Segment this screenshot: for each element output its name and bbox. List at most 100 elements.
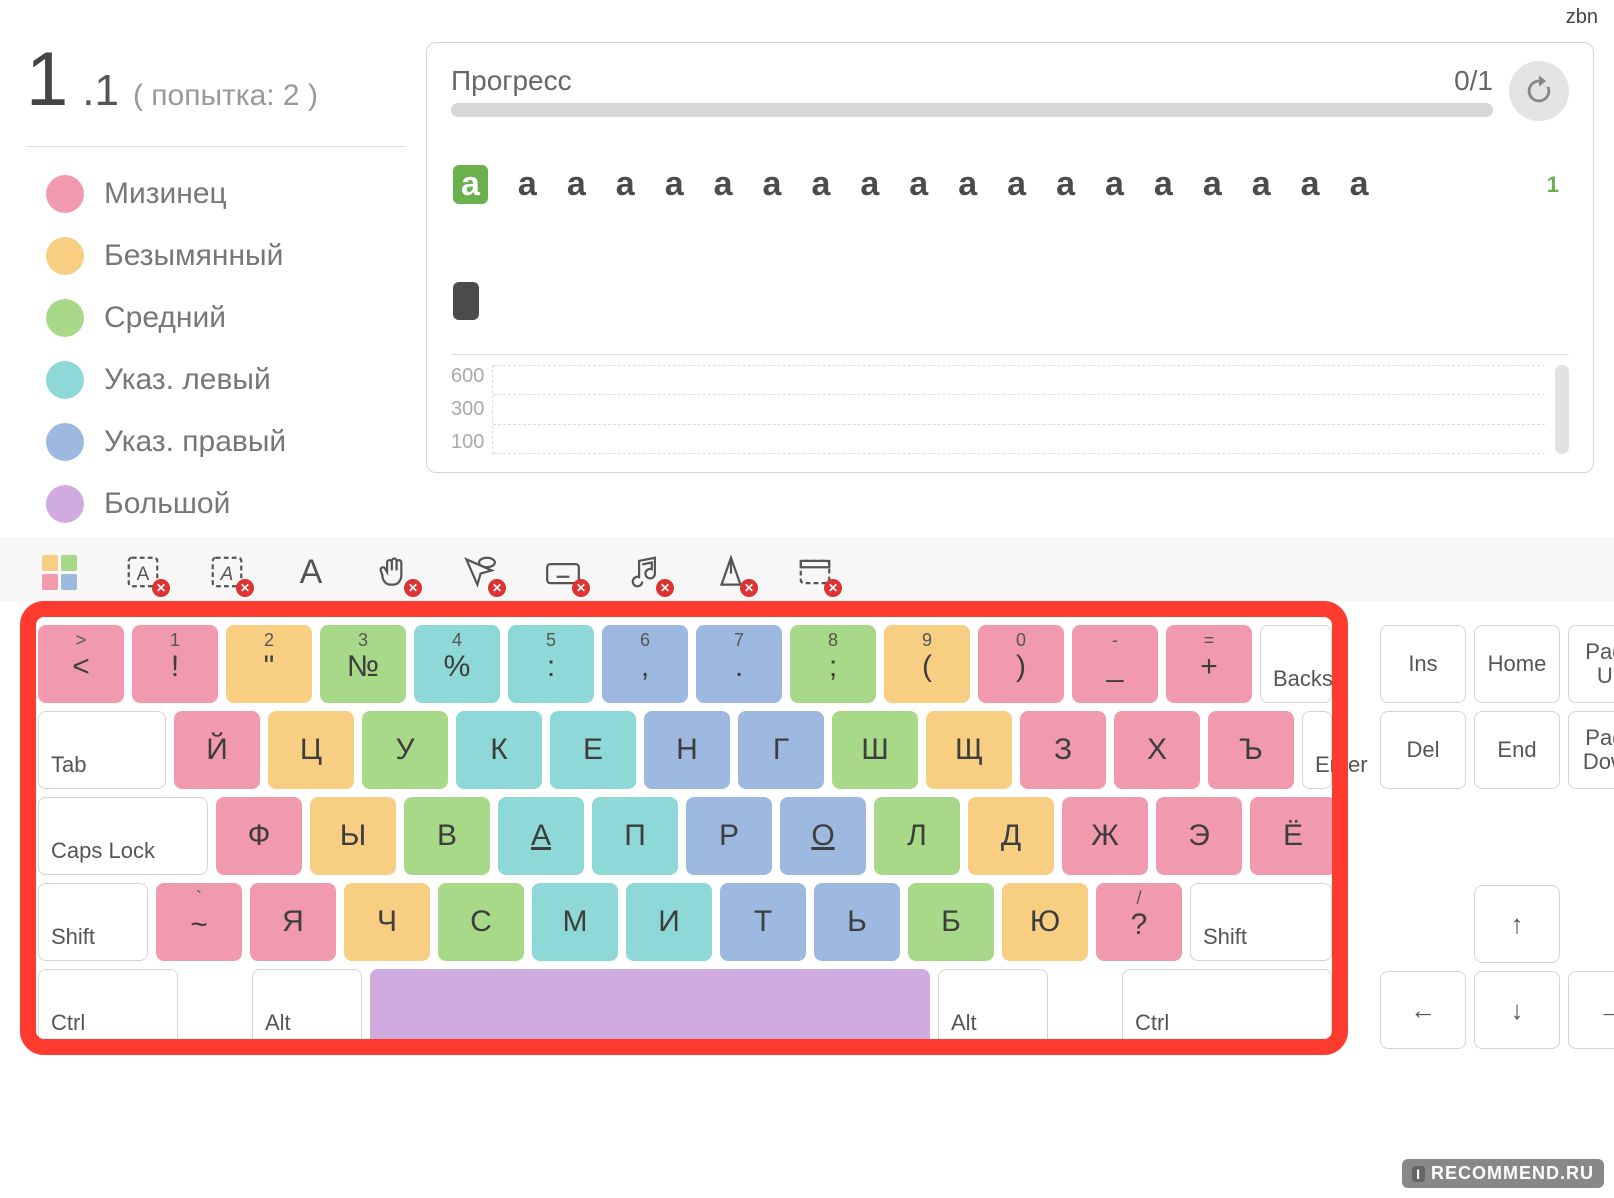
key-alt[interactable]: Alt [938, 969, 1048, 1047]
key[interactable]: Ч [344, 883, 430, 961]
key-arrow-left[interactable]: ← [1380, 971, 1466, 1049]
key-arrow-right[interactable]: → [1568, 971, 1614, 1049]
key[interactable]: =+ [1166, 625, 1252, 703]
key[interactable]: С [438, 883, 524, 961]
key-enter[interactable]: Enter [1302, 711, 1332, 789]
key[interactable]: 0) [978, 625, 1064, 703]
reload-button[interactable] [1509, 61, 1569, 121]
key[interactable]: Т [720, 883, 806, 961]
key-tab[interactable]: Tab [38, 711, 166, 789]
typing-char: а [714, 165, 733, 204]
finger-dot [46, 299, 84, 337]
key[interactable]: Л [874, 797, 960, 875]
key-backsp[interactable]: Backsp [1260, 625, 1332, 703]
finger-item: Мизинец [46, 175, 406, 213]
finger-legend: МизинецБезымянныйСреднийУказ. левыйУказ.… [26, 175, 406, 523]
key-del[interactable]: Del [1380, 711, 1466, 789]
key[interactable]: Н [644, 711, 730, 789]
key[interactable]: Щ [926, 711, 1012, 789]
disabled-badge-icon: ✕ [152, 579, 170, 597]
key-alt[interactable]: Alt [252, 969, 362, 1047]
key[interactable]: /? [1096, 883, 1182, 961]
key-ctrl[interactable]: Ctrl [1122, 969, 1332, 1047]
key[interactable]: >< [38, 625, 124, 703]
key[interactable]: Ж [1062, 797, 1148, 875]
key[interactable]: 8; [790, 625, 876, 703]
key[interactable]: 7. [696, 625, 782, 703]
key-shift[interactable]: Shift [38, 883, 148, 961]
finger-dot [46, 175, 84, 213]
key[interactable]: Ю [1002, 883, 1088, 961]
key[interactable]: М [532, 883, 618, 961]
key[interactable]: Ъ [1208, 711, 1294, 789]
key-home[interactable]: Home [1474, 625, 1560, 703]
typing-char: а [518, 165, 537, 204]
key[interactable]: Р [686, 797, 772, 875]
key[interactable]: 1! [132, 625, 218, 703]
key[interactable]: К [456, 711, 542, 789]
hand-icon[interactable]: ✕ [376, 553, 414, 591]
letter-a-icon[interactable]: A [292, 553, 330, 591]
speed-scrollbar[interactable] [1555, 365, 1569, 454]
key[interactable]: 6, [602, 625, 688, 703]
finger-item: Средний [46, 299, 406, 337]
key[interactable]: И [626, 883, 712, 961]
key[interactable]: Б [908, 883, 994, 961]
key-end[interactable]: End [1474, 711, 1560, 789]
key[interactable]: Й [174, 711, 260, 789]
music-note-icon[interactable]: ✕ [628, 553, 666, 591]
key-arrow-down[interactable]: ↓ [1474, 971, 1560, 1049]
typing-char: а [1007, 165, 1026, 204]
key[interactable]: 2" [226, 625, 312, 703]
letter-box-a-icon[interactable]: A✕ [124, 553, 162, 591]
key-shift[interactable]: Shift [1190, 883, 1332, 961]
key[interactable]: Ь [814, 883, 900, 961]
key[interactable]: 3№ [320, 625, 406, 703]
key[interactable]: 4% [414, 625, 500, 703]
color-grid-icon[interactable] [40, 553, 78, 591]
typing-char: а [1105, 165, 1124, 204]
window-icon[interactable]: ✕ [796, 553, 834, 591]
key[interactable]: Ш [832, 711, 918, 789]
key[interactable]: 5: [508, 625, 594, 703]
key[interactable]: Ц [268, 711, 354, 789]
key[interactable]: Я [250, 883, 336, 961]
key[interactable]: З [1020, 711, 1106, 789]
reload-icon [1522, 74, 1556, 108]
svg-text:A: A [220, 564, 234, 585]
key[interactable]: Ы [310, 797, 396, 875]
key[interactable]: Г [738, 711, 824, 789]
key[interactable]: -_ [1072, 625, 1158, 703]
lesson-attempt: ( попытка: 2 ) [133, 79, 318, 113]
key[interactable]: `~ [156, 883, 242, 961]
key[interactable]: Х [1114, 711, 1200, 789]
speed-chart: 600 300 100 [451, 354, 1569, 454]
key[interactable]: Ф [216, 797, 302, 875]
cursor-eye-icon[interactable]: ✕ [460, 553, 498, 591]
letter-box-b-icon[interactable]: A✕ [208, 553, 246, 591]
finger-dot [46, 485, 84, 523]
key-pgup[interactable]: Page Up [1568, 625, 1614, 703]
key-pgdn[interactable]: Page Down [1568, 711, 1614, 789]
key-caps-lock[interactable]: Caps Lock [38, 797, 208, 875]
key[interactable]: Ё [1250, 797, 1336, 875]
key[interactable]: В [404, 797, 490, 875]
key[interactable]: Э [1156, 797, 1242, 875]
typing-char: а [860, 165, 879, 204]
keyboard-icon[interactable]: ✕ [544, 553, 582, 591]
key[interactable]: П [592, 797, 678, 875]
key-arrow-up[interactable]: ↑ [1474, 885, 1560, 963]
key[interactable]: Д [968, 797, 1054, 875]
key[interactable]: Е [550, 711, 636, 789]
metronome-icon[interactable]: ✕ [712, 553, 750, 591]
typing-char: а [616, 165, 635, 204]
key[interactable]: А [498, 797, 584, 875]
finger-label: Безымянный [104, 239, 283, 273]
key-ins[interactable]: Ins [1380, 625, 1466, 703]
key-ctrl[interactable]: Ctrl [38, 969, 178, 1047]
key-space[interactable] [370, 969, 930, 1047]
typing-char: а [763, 165, 782, 204]
key[interactable]: О [780, 797, 866, 875]
key[interactable]: У [362, 711, 448, 789]
key[interactable]: 9( [884, 625, 970, 703]
